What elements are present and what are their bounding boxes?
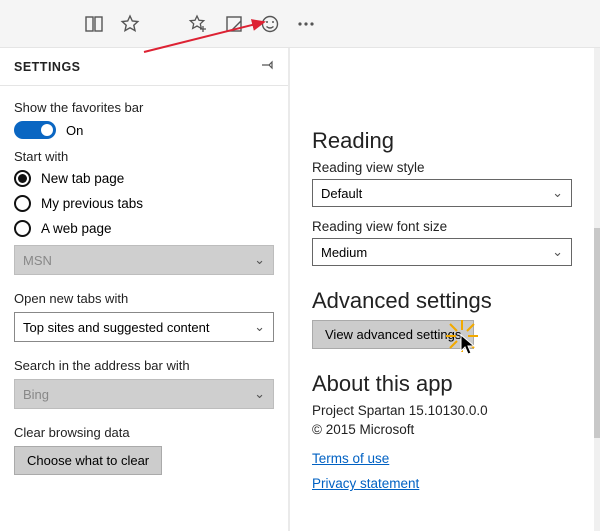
terms-link[interactable]: Terms of use [312, 451, 389, 466]
favorites-bar-toggle[interactable] [14, 121, 56, 139]
reading-font-label: Reading view font size [312, 219, 572, 234]
settings-title: SETTINGS [14, 60, 81, 74]
browser-toolbar [0, 0, 600, 48]
view-advanced-settings-label: View advanced settings [325, 327, 461, 342]
right-settings-panel: Reading Reading view style Default ⌄ Rea… [290, 48, 600, 531]
homepage-dropdown: MSN ⌄ [14, 245, 274, 275]
settings-panel: SETTINGS Show the favorites bar On Start… [0, 48, 290, 531]
chevron-down-icon: ⌄ [254, 319, 265, 335]
radio-previous-tabs-label: My previous tabs [41, 196, 143, 211]
chevron-down-icon: ⌄ [254, 252, 265, 268]
scrollbar-thumb[interactable] [594, 228, 600, 438]
choose-clear-button[interactable]: Choose what to clear [14, 446, 162, 475]
reading-list-icon[interactable] [82, 12, 106, 36]
open-tabs-dropdown-value: Top sites and suggested content [23, 320, 209, 335]
view-advanced-settings-button[interactable]: View advanced settings [312, 320, 474, 349]
note-icon[interactable] [222, 12, 246, 36]
radio-new-tab[interactable]: New tab page [14, 170, 274, 187]
open-tabs-label: Open new tabs with [14, 291, 274, 306]
chevron-down-icon: ⌄ [552, 244, 563, 260]
start-with-radio-group: New tab page My previous tabs A web page [14, 170, 274, 237]
smiley-icon[interactable] [258, 12, 282, 36]
about-version: Project Spartan 15.10130.0.0 [312, 403, 572, 418]
chevron-down-icon: ⌄ [552, 185, 563, 201]
homepage-dropdown-value: MSN [23, 253, 52, 268]
radio-web-page-label: A web page [41, 221, 112, 236]
radio-previous-tabs[interactable]: My previous tabs [14, 195, 274, 212]
search-engine-label: Search in the address bar with [14, 358, 274, 373]
choose-clear-button-label: Choose what to clear [27, 453, 149, 468]
scrollbar[interactable] [594, 48, 600, 531]
favorite-add-icon[interactable] [186, 12, 210, 36]
start-with-label: Start with [14, 149, 274, 164]
chevron-down-icon: ⌄ [254, 386, 265, 402]
more-icon[interactable] [294, 12, 318, 36]
favorites-bar-label: Show the favorites bar [14, 100, 274, 115]
reading-font-value: Medium [321, 245, 367, 260]
about-copyright: © 2015 Microsoft [312, 422, 572, 437]
advanced-heading: Advanced settings [312, 288, 572, 314]
radio-new-tab-label: New tab page [41, 171, 124, 186]
reading-style-label: Reading view style [312, 160, 572, 175]
open-tabs-dropdown[interactable]: Top sites and suggested content ⌄ [14, 312, 274, 342]
reading-heading: Reading [312, 128, 572, 154]
search-engine-dropdown: Bing ⌄ [14, 379, 274, 409]
about-heading: About this app [312, 371, 572, 397]
reading-style-dropdown[interactable]: Default ⌄ [312, 179, 572, 207]
star-icon[interactable] [118, 12, 142, 36]
search-engine-dropdown-value: Bing [23, 387, 49, 402]
favorites-bar-toggle-state: On [66, 123, 83, 138]
privacy-link[interactable]: Privacy statement [312, 476, 419, 491]
clear-data-label: Clear browsing data [14, 425, 274, 440]
pin-icon[interactable] [260, 58, 274, 75]
reading-font-dropdown[interactable]: Medium ⌄ [312, 238, 572, 266]
radio-web-page[interactable]: A web page [14, 220, 274, 237]
settings-panel-header: SETTINGS [0, 48, 288, 86]
reading-style-value: Default [321, 186, 362, 201]
